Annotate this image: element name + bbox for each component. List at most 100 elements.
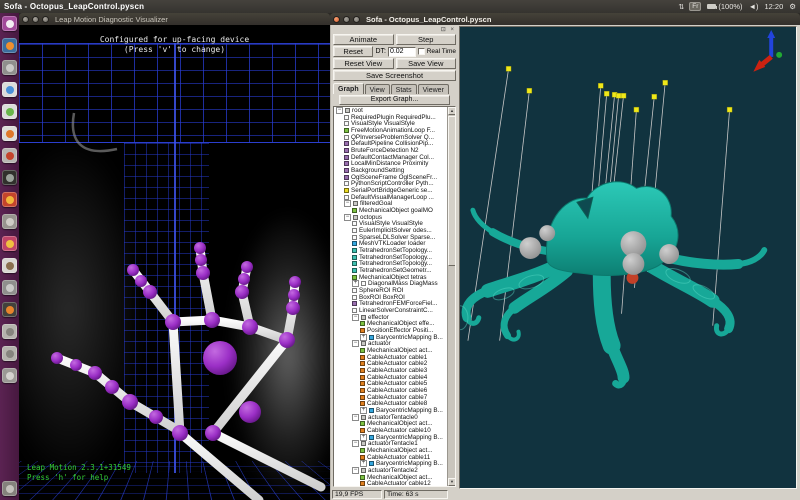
step-button[interactable]: Step: [396, 34, 457, 45]
tree-item-icon: [360, 388, 365, 393]
leap-3d-view[interactable]: Configured for up-facing device (Press '…: [19, 25, 330, 500]
unity-launcher: [0, 13, 19, 500]
cable-end-marker: [616, 93, 621, 98]
menubar-app-title: Sofa - Octopus_LeapControl.pyscn: [4, 2, 144, 11]
launcher-item-archive-manager[interactable]: [2, 280, 17, 295]
firefox-icon: [6, 42, 14, 50]
sofa-status-bar: 19,9 FPS Time: 63 s: [331, 489, 459, 500]
tree-item-icon: [344, 141, 349, 146]
system-tray: ⇅ Fr (100%) ◄) 12:20 ⚙: [678, 2, 796, 11]
reset-scene-button[interactable]: Reset Scene: [333, 46, 373, 57]
tree-item-icon: [352, 288, 357, 293]
collapse-icon[interactable]: −: [352, 467, 359, 474]
tree-item-icon: [360, 481, 365, 486]
scroll-thumb[interactable]: [448, 116, 456, 266]
leap-overlay-text: Configured for up-facing device (Press '…: [19, 35, 330, 55]
collapse-icon[interactable]: −: [336, 107, 343, 114]
launcher-item-help-1[interactable]: [2, 324, 17, 339]
sofa-maximize-button[interactable]: [353, 16, 360, 23]
reset-view-button[interactable]: Reset View: [333, 58, 394, 69]
launcher-item-libreoffice-impress[interactable]: [2, 126, 17, 141]
real-time-checkbox[interactable]: [418, 48, 425, 55]
tree-item-icon: [369, 335, 374, 340]
launcher-item-disk-utility[interactable]: [2, 368, 17, 383]
leap-window-titlebar[interactable]: Leap Motion Diagnostic Visualizer: [19, 13, 330, 25]
scroll-up-arrow[interactable]: ▲: [448, 107, 456, 115]
launcher-item-sofa-app[interactable]: [2, 236, 17, 251]
launcher-item-files[interactable]: [2, 214, 17, 229]
sofa-app-icon: [6, 240, 14, 248]
sofa-window-titlebar[interactable]: Sofa - Octopus_LeapControl.pyscn: [330, 13, 800, 25]
tree-item-icon: [360, 375, 365, 380]
export-graph-button[interactable]: Export Graph...: [339, 95, 450, 105]
cable-end-marker: [663, 80, 668, 85]
scroll-down-arrow[interactable]: ▼: [448, 478, 456, 486]
tree-item-icon: [360, 381, 365, 386]
tree-item-icon: [360, 448, 365, 453]
tree-item-icon: [344, 195, 349, 200]
launcher-item-help-2[interactable]: [2, 346, 17, 361]
battery-indicator[interactable]: (100%): [707, 2, 742, 11]
launcher-item-libreoffice-calc[interactable]: [2, 104, 17, 119]
clock[interactable]: 12:20: [764, 2, 783, 11]
expand-icon[interactable]: +: [360, 434, 367, 441]
terminal-icon: [6, 174, 14, 182]
libreoffice-impress-icon: [6, 130, 14, 138]
animate-button[interactable]: Animate: [333, 34, 394, 45]
launcher-item-trash[interactable]: [2, 481, 17, 496]
tree-item-icon: [344, 148, 349, 153]
expand-icon[interactable]: +: [360, 460, 367, 467]
tab-viewer[interactable]: Viewer: [418, 84, 449, 94]
leap-minimize-button[interactable]: [32, 16, 39, 23]
help-2-icon: [6, 350, 14, 358]
tree-item[interactable]: LinearSolverConstraintC...: [334, 307, 447, 314]
dt-input[interactable]: [388, 47, 416, 57]
real-time-label: Real Time: [427, 48, 456, 55]
tree-item-icon: [344, 181, 349, 186]
sofa-3d-viewport[interactable]: [459, 26, 797, 489]
launcher-item-text-editor[interactable]: [2, 258, 17, 273]
axis-gizmo: [753, 30, 782, 72]
dt-label: DT:: [375, 48, 386, 55]
tree-item-icon: [353, 215, 358, 220]
sofa-minimize-button[interactable]: [343, 16, 350, 23]
expand-icon[interactable]: +: [360, 334, 367, 341]
tree-item-icon: [361, 281, 366, 286]
launcher-item-terminal[interactable]: [2, 170, 17, 185]
tree-item[interactable]: CableActuator cable12: [334, 481, 447, 486]
tab-view[interactable]: View: [365, 84, 390, 94]
tab-stats[interactable]: Stats: [391, 84, 417, 94]
volume-icon[interactable]: ◄): [749, 2, 759, 11]
launcher-item-sublime[interactable]: [2, 302, 17, 317]
save-screenshot-button[interactable]: Save Screenshot: [333, 70, 456, 81]
session-gear-icon[interactable]: ⚙: [789, 2, 796, 11]
collapse-icon[interactable]: −: [352, 440, 359, 447]
sofa-close-button[interactable]: [333, 16, 340, 23]
collapse-icon[interactable]: −: [344, 214, 351, 221]
panel-close-icon[interactable]: ×: [450, 27, 454, 33]
expand-icon[interactable]: +: [352, 280, 359, 287]
tree-item-icon: [369, 461, 374, 466]
collapse-icon[interactable]: −: [352, 414, 359, 421]
tree-scrollbar[interactable]: ▲ ▼: [447, 107, 455, 486]
launcher-item-libreoffice-writer[interactable]: [2, 82, 17, 97]
collapse-icon[interactable]: −: [344, 200, 351, 207]
launcher-item-freecad[interactable]: [2, 192, 17, 207]
network-icon[interactable]: ⇅: [678, 3, 683, 11]
launcher-item-firefox[interactable]: [2, 38, 17, 53]
launcher-item-dash-home[interactable]: [2, 16, 17, 31]
leap-close-button[interactable]: [22, 16, 29, 23]
keyboard-layout-indicator[interactable]: Fr: [689, 2, 701, 11]
archive-manager-icon: [6, 284, 14, 292]
launcher-item-system-settings[interactable]: [2, 148, 17, 163]
collapse-icon[interactable]: −: [352, 314, 359, 321]
tree-item-icon: [360, 401, 365, 406]
panel-float-icon[interactable]: ⊡: [441, 27, 446, 33]
tab-graph[interactable]: Graph: [333, 83, 364, 94]
tree-item-icon: [360, 355, 365, 360]
expand-icon[interactable]: +: [360, 407, 367, 414]
save-view-button[interactable]: Save View: [396, 58, 457, 69]
leap-maximize-button[interactable]: [42, 16, 49, 23]
launcher-item-file-cabinet[interactable]: [2, 60, 17, 75]
collapse-icon[interactable]: −: [352, 340, 359, 347]
